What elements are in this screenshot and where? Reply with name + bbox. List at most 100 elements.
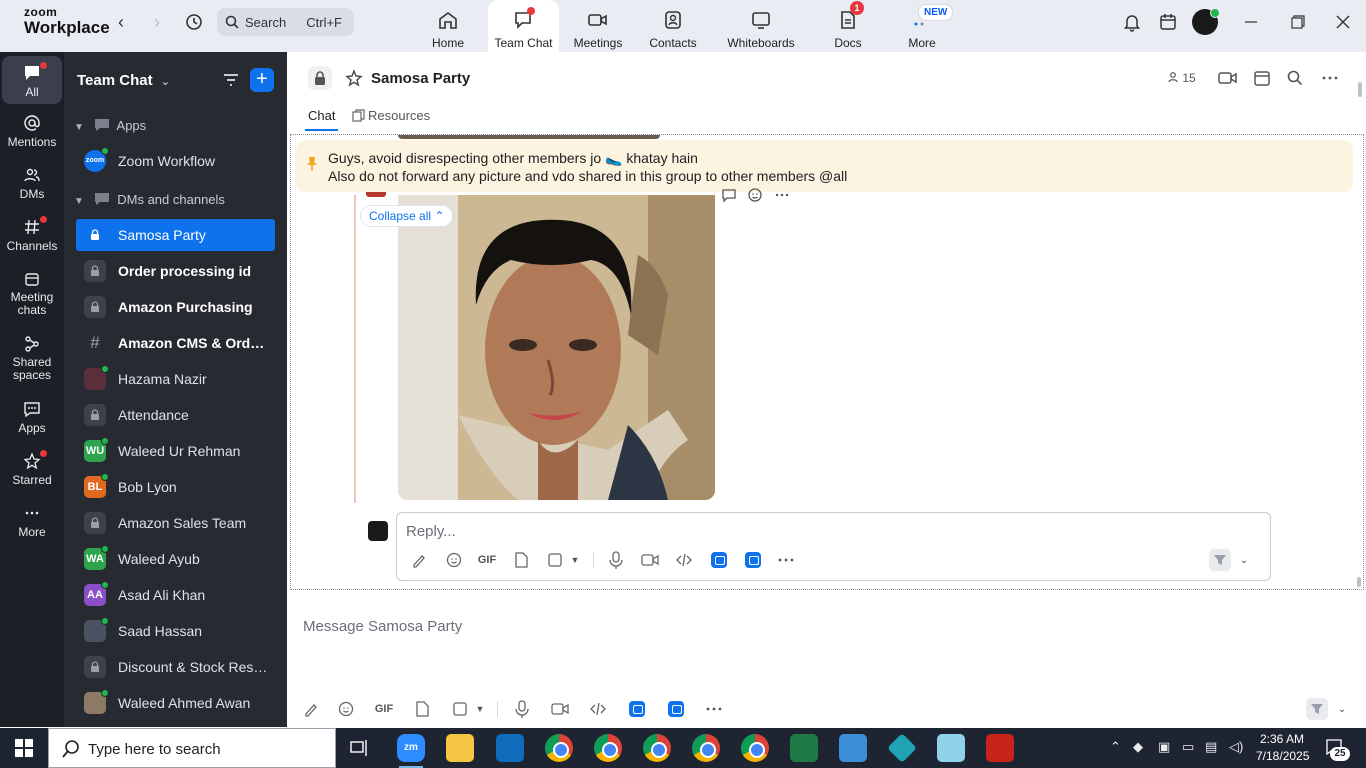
zoom-app-icon[interactable]	[711, 552, 727, 568]
file-icon[interactable]	[411, 698, 433, 720]
screenshot-icon[interactable]	[544, 549, 566, 571]
send-button[interactable]	[1306, 698, 1328, 720]
tab-resources[interactable]: Resources	[352, 108, 430, 123]
star-icon[interactable]	[345, 69, 363, 87]
history-icon[interactable]	[184, 12, 204, 32]
sidebar-item-attendance[interactable]: Attendance	[76, 399, 275, 431]
sidebar-item-amazon-sales-team[interactable]: Amazon Sales Team	[76, 507, 275, 539]
pinned-message[interactable]: Guys, avoid disrespecting other members …	[296, 140, 1353, 192]
more-options-icon[interactable]	[1321, 69, 1339, 87]
rail-apps[interactable]: Apps	[2, 400, 62, 435]
zoom-taskbar-icon[interactable]: zm	[397, 734, 425, 768]
forward-arrow-icon[interactable]: ›	[146, 12, 168, 34]
emoji-icon[interactable]	[443, 549, 465, 571]
whiteboard-share-icon[interactable]	[668, 701, 684, 717]
back-arrow-icon[interactable]: ‹	[110, 12, 132, 34]
sidebar-item-zoom-workflow[interactable]: zoom Zoom Workflow	[76, 145, 275, 177]
chrome-icon[interactable]	[545, 734, 573, 762]
rail-channels[interactable]: Channels	[2, 216, 62, 253]
search-box[interactable]: Search Ctrl+F	[217, 8, 354, 36]
app-diamond-icon[interactable]	[887, 733, 917, 763]
search-icon[interactable]	[1286, 69, 1304, 87]
sidebar-item-asad-ali-khan[interactable]: AA Asad Ali Khan	[76, 579, 275, 611]
sidebar-item-hazama-nazir[interactable]: Hazama Nazir	[76, 363, 275, 395]
tab-team-chat[interactable]: Team Chat	[488, 0, 559, 52]
filezilla-icon[interactable]	[986, 734, 1014, 762]
filter-icon[interactable]	[222, 72, 240, 88]
zoom-app-icon[interactable]	[629, 701, 645, 717]
sidebar-item-waleed-ayub[interactable]: WA Waleed Ayub	[76, 543, 275, 575]
sidebar-item-order-processing-id[interactable]: Order processing id	[76, 255, 275, 287]
chevron-down-icon[interactable]: ▼	[564, 549, 586, 571]
rail-more[interactable]: More	[2, 504, 62, 539]
sidebar-item-samosa-party[interactable]: Samosa Party	[76, 219, 275, 251]
tray-expand-icon[interactable]: ⌃	[1110, 739, 1121, 755]
rail-meeting-chats[interactable]: Meeting chats	[2, 270, 62, 317]
video-message-icon[interactable]	[639, 549, 661, 571]
gif-button[interactable]: GIF	[373, 698, 395, 720]
format-icon[interactable]	[409, 549, 431, 571]
chrome-profile-5-icon[interactable]	[741, 734, 769, 762]
tab-docs[interactable]: 1 Docs	[820, 0, 876, 52]
whiteboard-share-icon[interactable]	[745, 552, 761, 568]
microphone-icon[interactable]	[605, 549, 627, 571]
sidebar-title[interactable]: Team Chat ⌄	[77, 72, 170, 89]
more-icon[interactable]	[775, 549, 797, 571]
rail-starred[interactable]: Starred	[2, 450, 62, 487]
more-icon[interactable]	[703, 698, 725, 720]
minimize-icon[interactable]	[1236, 10, 1266, 34]
tab-whiteboards[interactable]: Whiteboards	[722, 0, 800, 52]
rail-all[interactable]: All	[2, 56, 62, 104]
calculator-icon[interactable]	[839, 734, 867, 762]
compose-placeholder[interactable]: Message Samosa Party	[303, 618, 462, 635]
volume-icon[interactable]: ◁)	[1229, 739, 1243, 755]
sidebar-item-saad-hassan[interactable]: Saad Hassan	[76, 615, 275, 647]
user-avatar[interactable]	[1192, 8, 1220, 35]
chrome-profile-4-icon[interactable]	[692, 734, 720, 762]
emoji-icon[interactable]	[747, 187, 763, 203]
chevron-down-icon[interactable]: ▼	[469, 698, 491, 720]
excel-icon[interactable]	[790, 734, 818, 762]
tab-meetings[interactable]: Meetings	[566, 0, 630, 52]
calendar-icon[interactable]	[1253, 69, 1271, 87]
battery-icon[interactable]: ▭	[1182, 739, 1194, 755]
sidebar-item-amazon-purchasing[interactable]: Amazon Purchasing	[76, 291, 275, 323]
reply-icon[interactable]	[721, 187, 737, 203]
shared-photo[interactable]	[398, 195, 715, 500]
collapse-all-button[interactable]: Collapse all ⌃	[360, 205, 454, 227]
section-dms-channels[interactable]: ▼ DMs and channels	[74, 192, 225, 207]
sidebar-item-waleed-ur-rehman[interactable]: WU Waleed Ur Rehman	[76, 435, 275, 467]
chevron-down-icon[interactable]: ⌄	[1233, 549, 1255, 571]
emoji-icon[interactable]	[335, 698, 357, 720]
file-icon[interactable]	[510, 549, 532, 571]
tray-monitor-icon[interactable]: ▣	[1158, 739, 1170, 755]
thread-scrollbar[interactable]	[1357, 577, 1361, 587]
screenshot-icon[interactable]	[449, 698, 471, 720]
rail-mentions[interactable]: Mentions	[2, 114, 62, 149]
video-call-icon[interactable]	[1218, 69, 1238, 87]
windows-start-icon[interactable]	[15, 739, 33, 757]
bell-icon[interactable]	[1122, 12, 1142, 32]
taskbar-search[interactable]: Type here to search	[48, 728, 336, 768]
calendar-app-icon[interactable]	[1158, 12, 1178, 32]
send-button[interactable]	[1209, 549, 1231, 571]
members-button[interactable]: 15	[1167, 71, 1196, 85]
file-explorer-icon[interactable]	[446, 734, 474, 762]
new-chat-button[interactable]: +	[250, 68, 274, 92]
restore-icon[interactable]	[1282, 10, 1312, 34]
system-clock[interactable]: 2:36 AM 7/18/2025	[1256, 731, 1309, 765]
reply-input[interactable]: Reply... GIF ▼ ⌄	[396, 512, 1271, 581]
main-scrollbar[interactable]	[1358, 82, 1362, 97]
app-book-icon[interactable]	[937, 734, 965, 762]
more-icon[interactable]	[774, 187, 790, 203]
rail-dms[interactable]: DMs	[2, 166, 62, 201]
outlook-icon[interactable]	[496, 734, 524, 762]
video-message-icon[interactable]	[549, 698, 571, 720]
tab-chat[interactable]: Chat	[308, 108, 335, 123]
rail-shared-spaces[interactable]: Shared spaces	[2, 335, 62, 382]
section-apps[interactable]: ▼ Apps	[74, 118, 146, 133]
task-view-icon[interactable]	[350, 738, 370, 758]
chevron-down-icon[interactable]: ⌄	[1331, 698, 1353, 720]
chrome-profile-3-icon[interactable]	[643, 734, 671, 762]
microphone-icon[interactable]	[511, 698, 533, 720]
